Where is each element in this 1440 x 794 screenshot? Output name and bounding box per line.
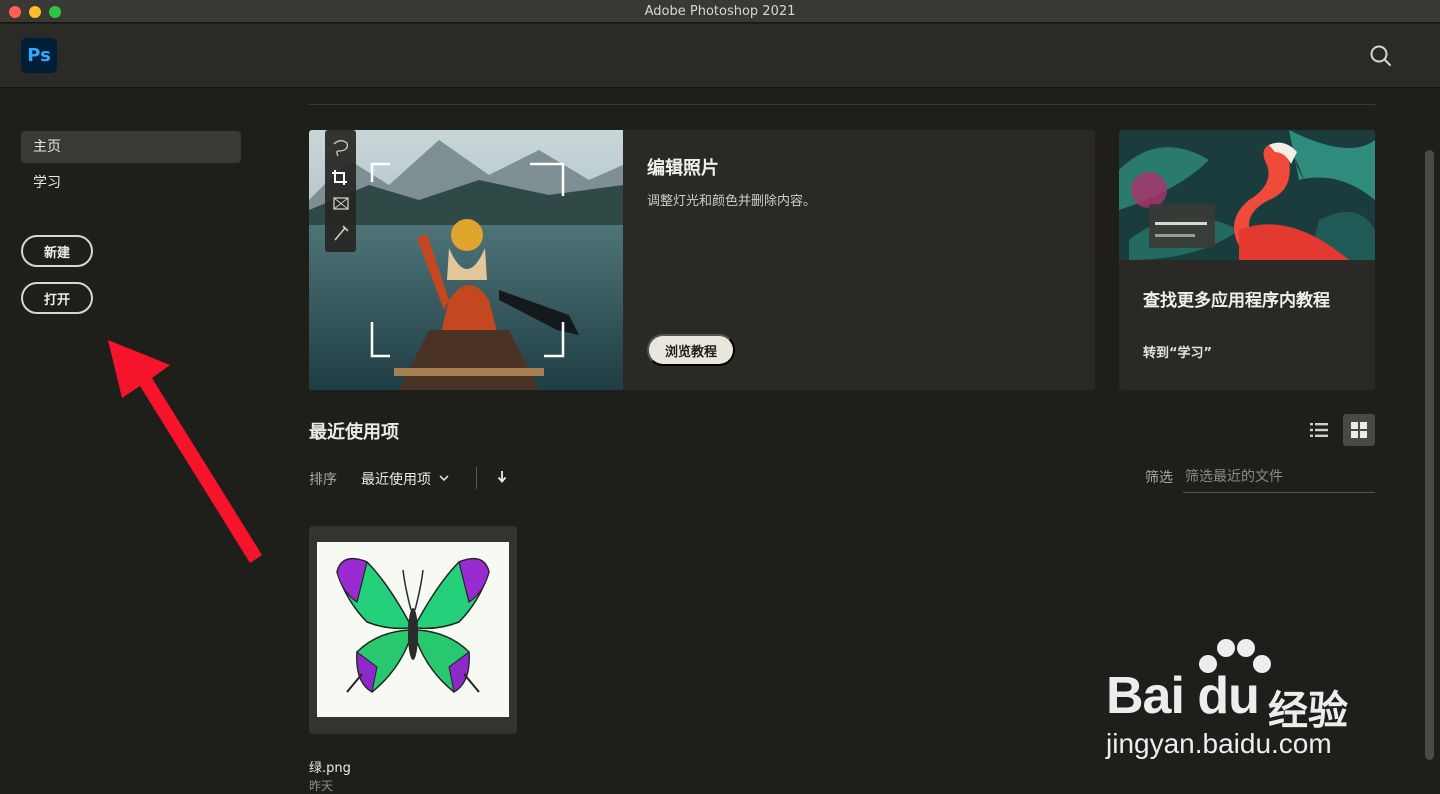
divider (309, 104, 1375, 105)
file-thumbnail-butterfly (317, 542, 509, 717)
sort-direction-arrow-down-icon[interactable] (496, 470, 508, 484)
new-button[interactable]: 新建 (21, 235, 93, 267)
sidebar-item-label: 主页 (33, 139, 61, 155)
scrollbar[interactable] (1425, 150, 1434, 760)
sidebar-item-label: 学习 (33, 175, 61, 191)
photoshop-logo: Ps (21, 38, 57, 73)
grid-view-button[interactable] (1343, 414, 1375, 446)
search-icon (1370, 45, 1391, 66)
app-header: Ps (0, 24, 1440, 88)
filter-recent-files-input[interactable] (1183, 462, 1375, 493)
watermark-brand-cn: 经验 (1268, 689, 1348, 733)
hero-subtitle: 调整灯光和颜色并删除内容。 (647, 194, 817, 209)
sidebar-item-home[interactable]: 主页 (21, 131, 241, 163)
baidu-watermark: Bai du 经验 jingyan.baidu.com (1100, 636, 1400, 766)
watermark-brand: Bai du (1106, 667, 1260, 725)
file-date: 昨天 (309, 779, 334, 793)
edit-photos-card: 编辑照片 调整灯光和颜色并删除内容。 浏览教程 (309, 130, 1095, 390)
browse-tutorials-button[interactable]: 浏览教程 (647, 334, 735, 366)
flamingo-image (1119, 130, 1375, 260)
window-titlebar: Adobe Photoshop 2021 (0, 0, 1440, 23)
list-view-button[interactable] (1303, 414, 1335, 446)
sort-label: 排序 (309, 472, 337, 488)
tutorials-card-title: 查找更多应用程序内教程 (1143, 291, 1330, 311)
annotation-arrow (108, 340, 262, 563)
go-to-learn-link[interactable]: 转到“学习” (1143, 342, 1212, 361)
hero-photo-kayak (309, 130, 623, 390)
grid-view-icon (1351, 422, 1367, 438)
chevron-down-icon[interactable] (438, 472, 450, 484)
file-name[interactable]: 绿.png (309, 757, 351, 776)
filter-label: 筛选 (1145, 470, 1173, 486)
recent-section-title: 最近使用项 (309, 422, 399, 443)
sort-dropdown[interactable]: 最近使用项 (361, 469, 431, 489)
window-title: Adobe Photoshop 2021 (644, 4, 796, 19)
open-button[interactable]: 打开 (21, 282, 93, 314)
watermark-url: jingyan.baidu.com (1106, 728, 1332, 759)
paw-logo-icon (1199, 639, 1271, 673)
sidebar-item-learn[interactable]: 学习 (21, 167, 241, 199)
sort-divider (476, 467, 477, 489)
recent-file-card[interactable] (309, 526, 517, 734)
tutorials-card[interactable]: 查找更多应用程序内教程 转到“学习” (1119, 130, 1375, 390)
search-button[interactable] (1368, 43, 1394, 69)
hero-title: 编辑照片 (647, 158, 719, 179)
list-view-icon (1310, 423, 1328, 437)
